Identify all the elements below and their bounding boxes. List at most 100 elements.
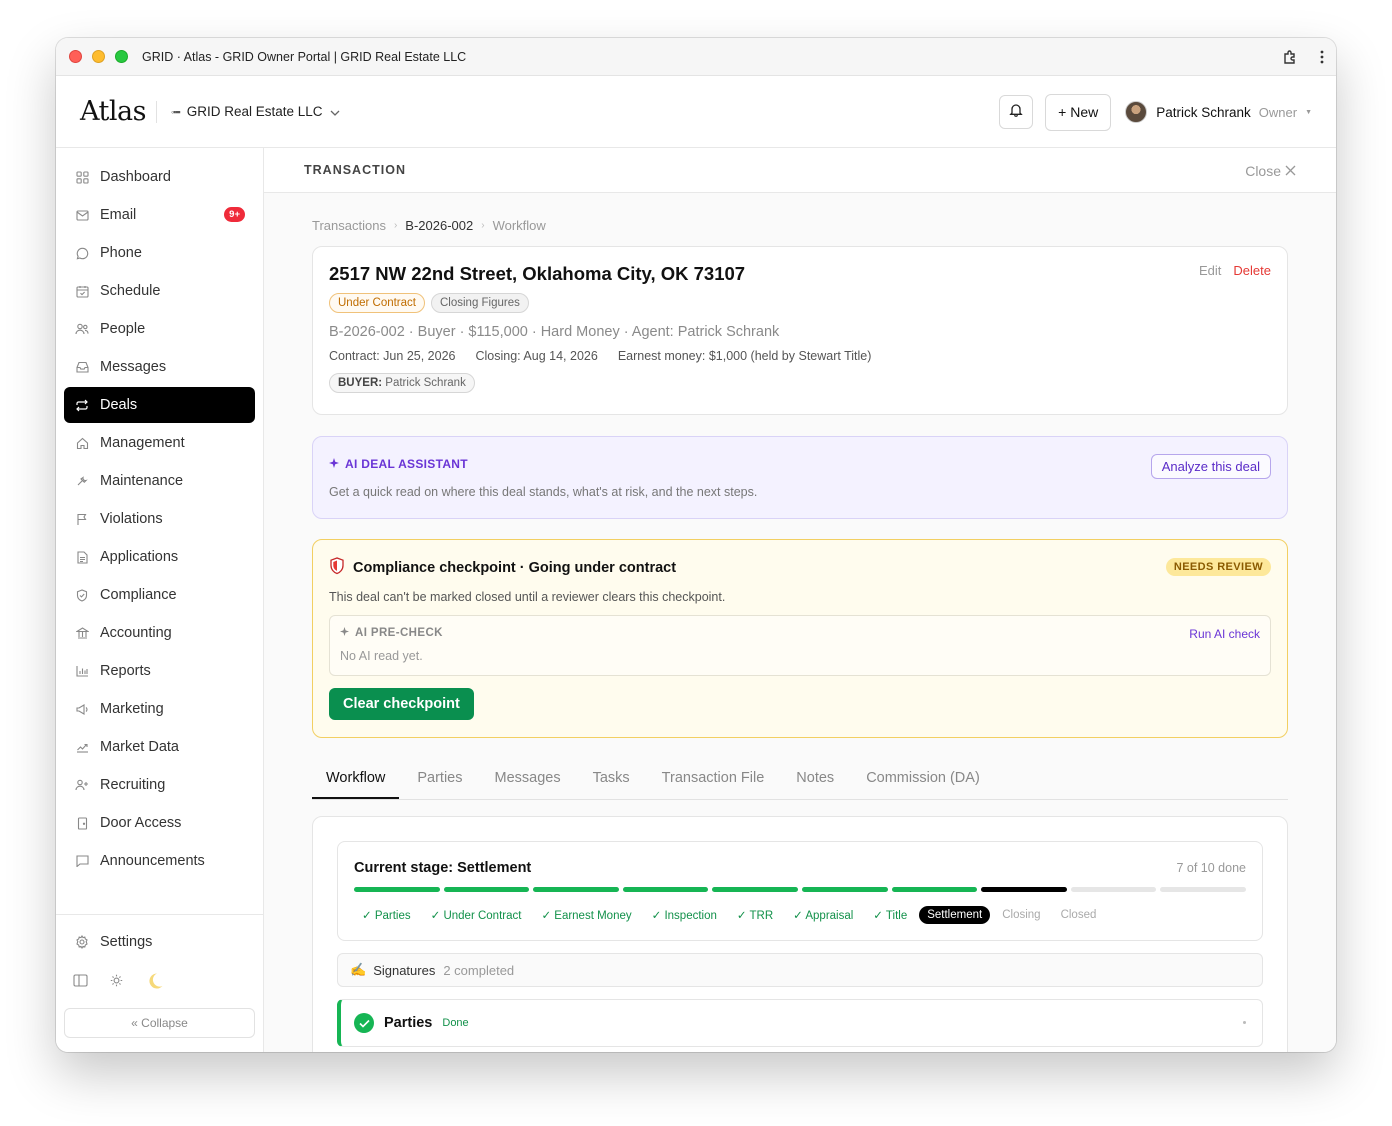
- stage-label[interactable]: ✓ Inspection: [644, 905, 725, 925]
- minimize-window-button[interactable]: [92, 50, 105, 63]
- more-vertical-icon[interactable]: [1320, 50, 1324, 64]
- sidebar-item-messages[interactable]: Messages: [64, 349, 255, 385]
- stage-label[interactable]: ✓ Appraisal: [785, 905, 861, 925]
- sidebar-item-violations[interactable]: Violations: [64, 501, 255, 537]
- closing-date: Closing: Aug 14, 2026: [475, 349, 598, 363]
- tab-tasks[interactable]: Tasks: [579, 763, 644, 799]
- sidebar-item-marketing[interactable]: Marketing: [64, 691, 255, 727]
- progress-segment: [891, 887, 978, 892]
- sidebar-item-applications[interactable]: Applications: [64, 539, 255, 575]
- property-actions: Edit Delete: [1199, 263, 1271, 278]
- analyze-deal-button[interactable]: Analyze this deal: [1150, 454, 1271, 479]
- tab-messages[interactable]: Messages: [481, 763, 575, 799]
- sidebar-item-door-access[interactable]: Door Access: [64, 805, 255, 841]
- progress-segment: [801, 887, 888, 892]
- stage-label[interactable]: Settlement: [919, 906, 991, 924]
- new-button[interactable]: + New: [1045, 93, 1112, 131]
- status-badge: Under Contract: [329, 293, 425, 313]
- stage-progress-bar: [354, 887, 1246, 892]
- sun-icon[interactable]: [110, 974, 123, 992]
- sidebar-item-label: Door Access: [100, 815, 182, 831]
- sidebar-item-people[interactable]: People: [64, 311, 255, 347]
- sidebar-item-announcements[interactable]: Announcements: [64, 843, 255, 879]
- parties-step-status: Done: [442, 1017, 469, 1029]
- moon-icon[interactable]: [145, 971, 165, 996]
- org-name: GRID Real Estate LLC: [186, 104, 323, 119]
- top-bar: Atlas ◦▪▪▪ GRID Real Estate LLC + New Pa…: [56, 76, 1336, 148]
- buyer-chip[interactable]: BUYER: Patrick Schrank: [329, 373, 475, 393]
- stage-label[interactable]: Closed: [1053, 906, 1105, 924]
- sidebar-item-phone[interactable]: Phone: [64, 235, 255, 271]
- user-role: Owner: [1258, 104, 1298, 120]
- sidebar-item-reports[interactable]: Reports: [64, 653, 255, 689]
- sidebar-item-compliance[interactable]: Compliance: [64, 577, 255, 613]
- tab-parties[interactable]: Parties: [403, 763, 476, 799]
- edit-button[interactable]: Edit: [1199, 263, 1221, 278]
- stage-label[interactable]: ✓ Parties: [354, 905, 419, 925]
- sidebar-item-management[interactable]: Management: [64, 425, 255, 461]
- stage-label[interactable]: ✓ Title: [865, 905, 915, 925]
- writing-hand-icon: ✍️: [350, 962, 367, 977]
- transaction-tabs: Workflow Parties Messages Tasks Transact…: [312, 763, 1288, 800]
- property-address: 2517 NW 22nd Street, Oklahoma City, OK 7…: [329, 263, 746, 284]
- user-menu[interactable]: Patrick Schrank Owner ▼: [1125, 101, 1312, 123]
- tab-notes[interactable]: Notes: [782, 763, 848, 799]
- app-logo[interactable]: Atlas: [80, 96, 146, 127]
- zoom-window-button[interactable]: [115, 50, 128, 63]
- sidebar: Dashboard Email 9+ Phone Schedule People: [56, 148, 264, 1052]
- stage-label[interactable]: ✓ Earnest Money: [533, 905, 639, 925]
- sidebar-item-maintenance[interactable]: Maintenance: [64, 463, 255, 499]
- inbox-icon: [75, 360, 89, 374]
- sidebar-item-label: Applications: [100, 549, 179, 565]
- stage-label[interactable]: ✓ TRR: [729, 905, 781, 925]
- delete-button[interactable]: Delete: [1233, 263, 1271, 278]
- title-bar: GRID · Atlas - GRID Owner Portal | GRID …: [56, 38, 1336, 76]
- sidebar-item-label: Recruiting: [100, 777, 166, 793]
- ai-precheck-box: AI PRE-CHECK No AI read yet. Run AI chec…: [329, 615, 1271, 676]
- sidebar-item-email[interactable]: Email 9+: [64, 197, 255, 233]
- progress-segment: [712, 887, 798, 892]
- notifications-button[interactable]: [999, 95, 1034, 129]
- sidebar-item-label: Violations: [100, 511, 163, 527]
- bell-icon: [1009, 102, 1023, 122]
- file-icon: [75, 550, 89, 564]
- signatures-row[interactable]: ✍️ Signatures 2 completed: [337, 953, 1263, 987]
- home-icon: [75, 436, 89, 450]
- people-icon: [75, 322, 89, 336]
- sidebar-item-market-data[interactable]: Market Data: [64, 729, 255, 765]
- tab-transaction-file[interactable]: Transaction File: [648, 763, 779, 799]
- extension-icon[interactable]: [1282, 49, 1298, 65]
- sidebar-item-dashboard[interactable]: Dashboard: [64, 159, 255, 195]
- close-window-button[interactable]: [69, 50, 82, 63]
- tab-workflow[interactable]: Workflow: [312, 763, 400, 799]
- clear-checkpoint-button[interactable]: Clear checkpoint: [329, 688, 474, 720]
- sidebar-item-deals[interactable]: Deals: [64, 387, 255, 423]
- tab-commission[interactable]: Commission (DA): [852, 763, 994, 799]
- expand-indicator-icon[interactable]: [1243, 1021, 1246, 1024]
- org-switcher[interactable]: ◦▪▪▪ GRID Real Estate LLC: [171, 104, 340, 119]
- collapse-sidebar-button[interactable]: « Collapse: [64, 1008, 255, 1038]
- user-name: Patrick Schrank: [1156, 104, 1251, 120]
- sidebar-toggle-icon[interactable]: [73, 974, 88, 992]
- sidebar-item-accounting[interactable]: Accounting: [64, 615, 255, 651]
- breadcrumb-transaction-id[interactable]: B-2026-002: [405, 218, 473, 233]
- sidebar-item-recruiting[interactable]: Recruiting: [64, 767, 255, 803]
- calendar-icon: [75, 284, 89, 298]
- parties-step-row[interactable]: Parties Done: [337, 999, 1263, 1047]
- sidebar-item-label: Deals: [100, 397, 138, 413]
- close-label: Close: [1245, 162, 1281, 179]
- stage-label[interactable]: ✓ Under Contract: [423, 905, 530, 925]
- sidebar-item-schedule[interactable]: Schedule: [64, 273, 255, 309]
- sidebar-item-settings[interactable]: Settings: [64, 924, 255, 960]
- chevron-down-icon: [330, 104, 340, 119]
- sidebar-nav: Dashboard Email 9+ Phone Schedule People: [56, 148, 263, 879]
- sidebar-item-label: Announcements: [100, 853, 205, 869]
- user-plus-icon: [75, 778, 89, 792]
- breadcrumb-separator: ›: [481, 219, 485, 231]
- sidebar-item-label: People: [100, 321, 146, 337]
- close-panel-button[interactable]: Close: [1245, 148, 1296, 193]
- stage-label[interactable]: Closing: [994, 906, 1048, 924]
- trend-icon: [75, 740, 89, 754]
- breadcrumb-transactions[interactable]: Transactions: [312, 218, 386, 233]
- run-ai-check-link[interactable]: Run AI check: [1189, 627, 1260, 641]
